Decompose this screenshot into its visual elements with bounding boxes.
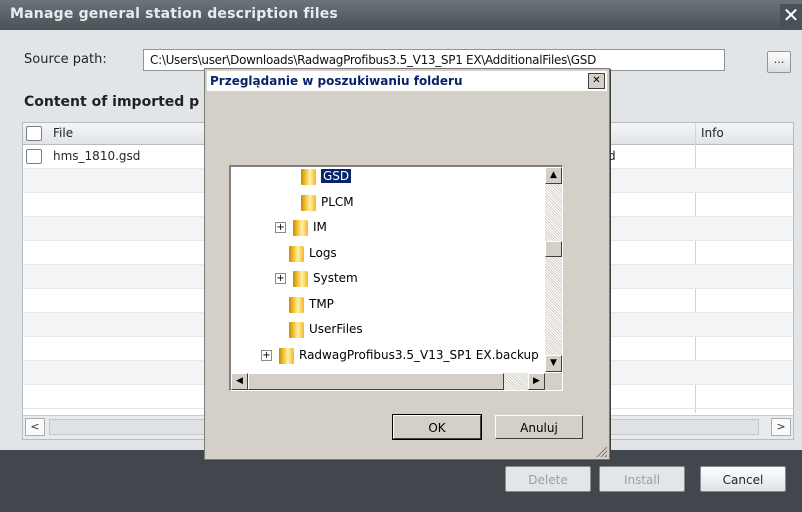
row-file-name: hms_1810.gsd: [53, 149, 141, 163]
dialog-titlebar: Manage general station description files…: [0, 0, 802, 30]
scroll-thumb[interactable]: [248, 373, 504, 390]
tree-horizontal-scrollbar[interactable]: ◀ ▶: [231, 373, 545, 390]
folder-icon: [293, 271, 308, 287]
browse-dialog-title: Przeglądanie w poszukiwaniu folderu: [210, 74, 463, 88]
folder-icon: [301, 194, 316, 211]
tree-node[interactable]: Logs: [231, 244, 551, 266]
folder-icon: [289, 322, 304, 338]
scroll-right-arrow-icon[interactable]: >: [771, 418, 791, 436]
resize-grip-icon[interactable]: [595, 445, 607, 457]
tree-node[interactable]: + IM: [231, 218, 551, 240]
tree-node-label: RadwagProfibus3.5_V13_SP1 EX.backup: [299, 347, 539, 362]
tree-node[interactable]: + System: [231, 269, 551, 291]
content-heading: Content of imported p: [24, 94, 200, 110]
folder-icon: [293, 220, 308, 236]
cancel-button[interactable]: Cancel: [700, 466, 786, 492]
delete-button[interactable]: Delete: [505, 466, 591, 492]
expand-plus-icon[interactable]: +: [275, 222, 286, 233]
tree-vertical-scrollbar[interactable]: ▲ ▼: [545, 167, 562, 372]
scroll-thumb[interactable]: [545, 241, 562, 257]
tree-node[interactable]: UserFiles: [231, 320, 551, 342]
scroll-up-arrow-icon[interactable]: ▲: [545, 167, 562, 184]
ok-button[interactable]: OK: [392, 414, 482, 440]
close-icon[interactable]: ✕: [780, 4, 802, 28]
tree-node[interactable]: TMP: [231, 295, 551, 317]
cancel-button[interactable]: Anuluj: [495, 415, 583, 439]
tree-node[interactable]: PLCM: [231, 193, 551, 215]
folder-icon: [289, 296, 304, 313]
tree-node-label: System: [313, 271, 358, 285]
tree-node-label: PLCM: [321, 194, 354, 209]
scroll-left-arrow-icon[interactable]: ◀: [231, 373, 248, 390]
column-header-info[interactable]: Info: [701, 126, 724, 140]
row-checkbox[interactable]: [26, 149, 42, 164]
tree-node-label: IM: [313, 220, 327, 234]
install-button[interactable]: Install: [599, 466, 685, 492]
browse-folder-dialog: Przeglądanie w poszukiwaniu folderu ✕ GS…: [204, 68, 610, 460]
scroll-down-arrow-icon[interactable]: ▼: [545, 355, 562, 372]
scroll-right-arrow-icon[interactable]: ▶: [528, 373, 545, 390]
tree-node-label: GSD: [321, 169, 352, 183]
folder-tree[interactable]: GSD PLCM + IM Logs + System TMP UserFiles + Radwag…: [229, 165, 563, 391]
scrollbar-corner: [545, 373, 562, 390]
folder-icon: [279, 347, 294, 364]
browse-button[interactable]: ...: [767, 51, 791, 73]
dialog-title: Manage general station description files: [10, 6, 338, 22]
scroll-left-arrow-icon[interactable]: <: [25, 418, 45, 436]
folder-icon: [301, 169, 316, 185]
column-header-file[interactable]: File: [53, 126, 73, 140]
tree-node[interactable]: GSD: [231, 167, 551, 189]
tree-node-label: Logs: [309, 245, 337, 260]
expand-plus-icon[interactable]: +: [275, 273, 286, 284]
tree-node-label: UserFiles: [309, 322, 363, 336]
folder-icon: [289, 245, 304, 262]
expand-plus-icon[interactable]: +: [261, 349, 272, 361]
close-icon[interactable]: ✕: [588, 73, 605, 89]
browse-dialog-titlebar: Przeglądanie w poszukiwaniu folderu ✕: [207, 71, 607, 91]
tree-node-label: TMP: [309, 296, 334, 311]
tree-node[interactable]: + RadwagProfibus3.5_V13_SP1 EX.backup: [231, 346, 551, 368]
select-all-checkbox[interactable]: [26, 126, 42, 141]
source-path-label: Source path:: [24, 52, 107, 67]
